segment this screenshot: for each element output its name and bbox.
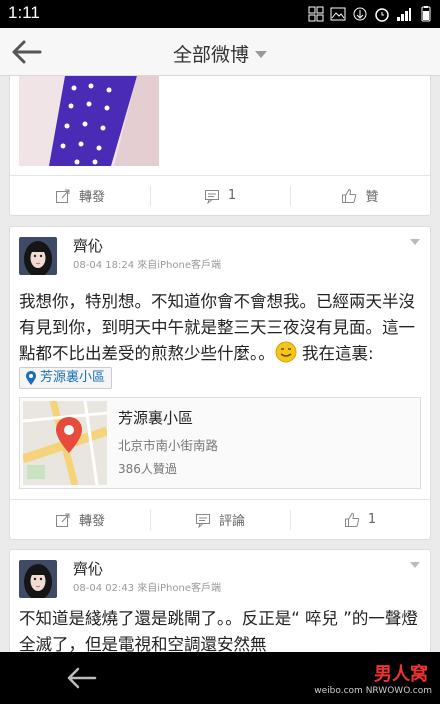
post-card-2: 齊伈 08-04 18:24 來自iPhone客戶端 我想你，特別想。不知道你會… xyxy=(9,226,431,540)
feed-filter-title[interactable]: 全部微博 xyxy=(0,40,440,67)
watermark-url: NRWOWO.com xyxy=(365,686,432,696)
post-card-3: 齊伈 08-04 02:43 來自iPhone客戶端 不知道是綫燒了還是跳閘了。… xyxy=(9,549,431,652)
username[interactable]: 齊伈 xyxy=(73,235,103,256)
grid-icon xyxy=(308,6,324,22)
status-icons xyxy=(308,6,434,22)
post-meta: 08-04 02:43 來自iPhone客戶端 xyxy=(73,583,221,594)
battery-icon xyxy=(421,6,431,22)
chevron-down-icon[interactable] xyxy=(410,562,420,568)
repost-icon xyxy=(55,513,70,527)
repost-label: 轉發 xyxy=(78,190,105,205)
signal-icon xyxy=(397,8,411,21)
location-chip[interactable]: 芳源裏小區 xyxy=(19,367,113,389)
thumbs-up-icon xyxy=(344,512,360,527)
location-chip-label: 芳源裏小區 xyxy=(40,370,106,385)
data-sync-icon xyxy=(353,7,367,21)
place-like-count: 386人贊過 xyxy=(118,462,177,476)
like-button[interactable]: 贊 xyxy=(290,176,430,215)
watermark-text: weibo.com NRWOWO.com xyxy=(314,686,432,696)
post-actions: 轉發 1 贊 xyxy=(10,175,430,215)
post-image[interactable] xyxy=(19,76,159,166)
status-bar: 1:11 xyxy=(0,0,440,28)
chevron-down-icon xyxy=(255,51,267,58)
thumbs-up-icon xyxy=(342,188,357,203)
comment-icon xyxy=(195,513,210,528)
post-meta: 08-04 18:24 來自iPhone客戶端 xyxy=(73,260,221,271)
alarm-icon xyxy=(375,8,389,22)
nav-back-icon[interactable] xyxy=(66,666,98,690)
repost-button[interactable]: 轉發 xyxy=(10,176,150,215)
smile-emoji-icon xyxy=(275,341,297,363)
place-address: 北京市南小街南路 xyxy=(118,438,219,453)
post-text: 不知道是綫燒了還是跳閘了。。反正是“ 啐兒 ”的一聲燈全滅了，但是電視和空調還安… xyxy=(19,609,418,652)
comment-label: 評論 xyxy=(218,514,245,529)
comment-button[interactable]: 1 xyxy=(150,176,290,215)
system-nav-bar: 男人窝 weibo.com NRWOWO.com xyxy=(0,652,440,704)
page-title: 全部微博 xyxy=(172,44,249,66)
repost-label: 轉發 xyxy=(78,514,105,529)
image-icon xyxy=(330,7,346,21)
place-name: 芳源裏小區 xyxy=(118,409,194,427)
post-card-1: 轉發 1 贊 xyxy=(9,76,431,216)
comment-icon xyxy=(204,189,219,204)
location-pin-icon xyxy=(26,371,36,385)
map-thumbnail xyxy=(23,401,107,485)
avatar[interactable] xyxy=(19,560,57,598)
place-card[interactable]: 芳源裏小區 北京市南小街南路 386人贊過 xyxy=(19,397,421,489)
like-count: 1 xyxy=(367,512,377,527)
post-actions: 轉發 評論 1 xyxy=(10,499,430,539)
watermark-handle: weibo.com xyxy=(314,686,363,696)
status-time: 1:11 xyxy=(8,3,40,22)
repost-button[interactable]: 轉發 xyxy=(10,500,150,539)
repost-icon xyxy=(55,189,70,203)
location-lead: 我在這裏: xyxy=(296,344,374,363)
comment-button[interactable]: 評論 xyxy=(150,500,290,539)
post-text: 我想你，特別想。不知道你會不會想我。已經兩天半沒有見到你，到明天中午就是整三天三… xyxy=(19,289,420,394)
app-header: 全部微博 xyxy=(0,28,440,76)
watermark-logo: 男人窝 xyxy=(374,664,428,685)
like-label: 贊 xyxy=(365,190,379,205)
like-button[interactable]: 1 xyxy=(290,500,430,539)
avatar[interactable] xyxy=(19,237,57,275)
comment-count: 1 xyxy=(227,188,237,203)
username[interactable]: 齊伈 xyxy=(73,558,103,579)
chevron-down-icon[interactable] xyxy=(410,239,420,245)
